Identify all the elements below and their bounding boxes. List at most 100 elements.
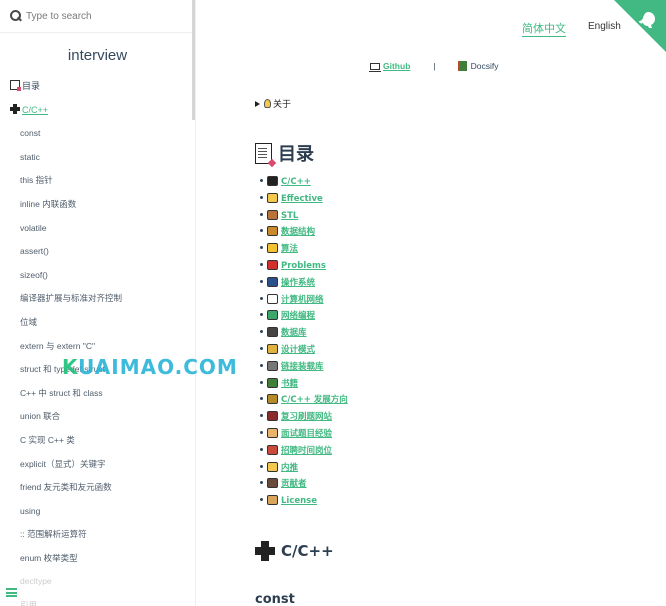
bullet-dot [260,229,263,233]
toc-link[interactable]: 数据库 [281,328,307,338]
sidebar-item-label: enum 枚举类型 [20,552,78,563]
sidebar-item[interactable]: explicit（显式）关键字 [0,453,195,477]
toc-link[interactable]: 招聘时间岗位 [281,446,332,456]
gear-icon [267,360,278,371]
bullet-dot [260,262,263,266]
toc-item: 计算机网络 [260,292,348,309]
toc-link[interactable]: 面试题目经验 [281,429,332,439]
toc-link[interactable]: 计算机网络 [281,295,324,305]
toc-link[interactable]: 书籍 [281,379,298,389]
bullet-dot [260,414,263,418]
book-icon [457,61,467,71]
about-toggle[interactable]: 关于 [255,97,291,110]
bug-icon [267,411,278,422]
book-icon [267,377,278,388]
sidebar-item[interactable]: const [0,122,195,146]
books-icon [267,209,278,220]
sidebar-item[interactable]: sizeof() [0,264,195,288]
search-input[interactable] [26,10,186,22]
menu-toggle-icon[interactable] [6,588,17,597]
sidebar-item[interactable]: struct 和 typedef struct [0,358,195,382]
sidebar-item[interactable]: :: 范围解析运算符 [0,523,195,547]
toc-link[interactable]: 链接装载库 [281,362,324,372]
toc-link[interactable]: 数据结构 [281,227,315,237]
memo-icon [10,80,21,91]
toc-link[interactable]: 复习刷题网站 [281,412,332,422]
toc-item: 数据库 [260,325,348,342]
sidebar-item[interactable]: C/C++ [0,99,195,123]
search-icon [10,10,22,22]
sidebar-item-label: :: 范围解析运算符 [20,529,87,540]
sidebar-item[interactable]: C 实现 C++ 类 [0,429,195,453]
sidebar-item-label: union 联合 [20,411,61,422]
triangle-right-icon [255,101,260,107]
bullet-dot [260,279,263,283]
bullet-dot [260,330,263,334]
sidebar-item[interactable]: decltype [0,570,195,594]
bullet-dot [260,296,263,300]
toc-item: 复习刷题网站 [260,409,348,426]
sidebar-item[interactable]: C++ 中 struct 和 class [0,382,195,406]
pencil-icon [267,343,278,354]
toc-link[interactable]: Problems [281,261,326,271]
toc-link[interactable]: 贡献者 [281,479,307,489]
sidebar-item[interactable]: using [0,500,195,524]
cloud-icon [267,293,278,304]
sidebar-item-label: static [20,151,40,162]
crown-icon [267,226,278,237]
toc-link[interactable]: 设计模式 [281,345,315,355]
sidebar-nav: 目录 C/C++ const static this 指针 inline 内联函数 vola… [0,75,195,606]
docsify-link[interactable]: Docsify [471,61,499,71]
sidebar-item[interactable]: 引用 [0,594,195,606]
sidebar-item[interactable]: 编译器扩展与标准对齐控制 [0,287,195,311]
toc-link[interactable]: 内推 [281,463,298,473]
bullet-dot [260,447,263,451]
sidebar-item-label: using [20,505,41,516]
sidebar-item[interactable]: extern 与 extern "C" [0,335,195,359]
bullet-dot [260,481,263,485]
sidebar-item[interactable]: union 联合 [0,405,195,429]
github-link[interactable]: Github [383,61,410,71]
sidebar-item[interactable]: this 指针 [0,169,195,193]
sidebar-item-label: const [20,128,41,139]
lang-zh-link[interactable]: 简体中文 [522,20,566,37]
sidebar-item[interactable]: enum 枚举类型 [0,547,195,571]
toc-link[interactable]: License [281,496,317,506]
sidebar-item-label: this 指针 [20,175,53,186]
toc-item: 书籍 [260,376,348,393]
sidebar-item[interactable]: friend 友元类和友元函数 [0,476,195,500]
bullet-dot [260,363,263,367]
bullet-dot [260,346,263,350]
memo-icon [255,142,272,164]
header-links: Github | Docsify [369,61,499,72]
toc-link[interactable]: STL [281,211,298,221]
sidebar-scrollbar[interactable] [192,0,195,120]
sidebar-item-label: struct 和 typedef struct [20,364,106,375]
toc-link[interactable]: C/C++ 发展方向 [281,395,348,405]
toc-link[interactable]: C/C++ [281,177,311,187]
sidebar-item[interactable]: static [0,146,195,170]
sidebar-item-label: sizeof() [20,269,48,280]
toc-link[interactable]: 操作系统 [281,278,315,288]
toc-item: 网络编程 [260,308,348,325]
sidebar-item[interactable]: assert() [0,240,195,264]
sidebar-item-label: C 实现 C++ 类 [20,434,75,445]
sidebar-item[interactable]: 位域 [0,311,195,335]
sidebar-item[interactable]: inline 内联函数 [0,193,195,217]
toc-link[interactable]: 网络编程 [281,311,315,321]
toc-item: 算法 [260,241,348,258]
bullet-dot [260,464,263,468]
github-corner-icon[interactable] [614,0,666,52]
toc-link[interactable]: 算法 [281,244,298,254]
bullet-dot [260,246,263,250]
sidebar-item[interactable]: volatile [0,217,195,241]
toc-item: C/C++ 发展方向 [260,392,348,409]
toc-item: STL [260,208,348,225]
sidebar-item[interactable]: 目录 [0,75,195,99]
memo-icon [267,427,278,438]
bullet-dot [260,498,263,502]
toc-link[interactable]: Effective [281,194,323,204]
app-name[interactable]: interview [0,47,195,75]
toc-list: C/C++ Effective STL 数据结构算法 Problems 操作系统计算机网络… [260,174,348,510]
toc-item: 数据结构 [260,224,348,241]
